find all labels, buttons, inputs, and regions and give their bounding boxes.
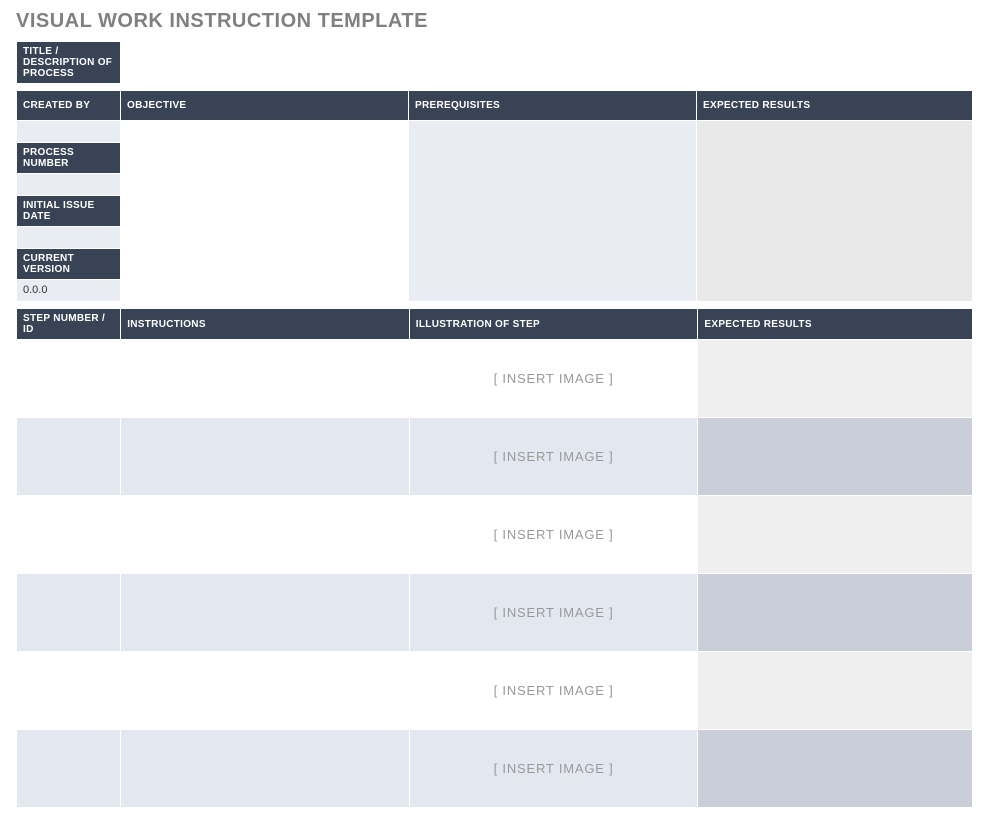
step-row: [ INSERT IMAGE ] xyxy=(17,730,973,808)
hdr-objective: OBJECTIVE xyxy=(121,91,409,121)
hdr-created-by: CREATED BY xyxy=(17,91,121,121)
step-expected[interactable] xyxy=(698,418,973,496)
step-id[interactable] xyxy=(17,730,121,808)
page-title: VISUAL WORK INSTRUCTION TEMPLATE xyxy=(16,10,973,33)
step-id[interactable] xyxy=(17,574,121,652)
step-illustration[interactable]: [ INSERT IMAGE ] xyxy=(409,340,698,418)
step-instructions[interactable] xyxy=(121,418,410,496)
title-label: TITLE / DESCRIPTION OF PROCESS xyxy=(17,42,121,84)
step-expected[interactable] xyxy=(698,730,973,808)
meta-block: CREATED BY OBJECTIVE PREREQUISITES EXPEC… xyxy=(16,90,973,302)
step-instructions[interactable] xyxy=(121,340,410,418)
hdr-expected-results: EXPECTED RESULTS xyxy=(697,91,973,121)
val-initial-issue-date[interactable] xyxy=(17,227,121,249)
step-row: [ INSERT IMAGE ] xyxy=(17,340,973,418)
hdr-current-version: CURRENT VERSION xyxy=(17,249,121,280)
step-row: [ INSERT IMAGE ] xyxy=(17,574,973,652)
val-expected-results-top[interactable] xyxy=(697,121,973,302)
val-created-by[interactable] xyxy=(17,121,121,143)
step-instructions[interactable] xyxy=(121,574,410,652)
val-current-version[interactable]: 0.0.0 xyxy=(17,280,121,302)
step-illustration[interactable]: [ INSERT IMAGE ] xyxy=(409,574,698,652)
step-id[interactable] xyxy=(17,340,121,418)
val-process-number[interactable] xyxy=(17,174,121,196)
step-instructions[interactable] xyxy=(121,652,410,730)
steps-table: STEP NUMBER / ID INSTRUCTIONS ILLUSTRATI… xyxy=(16,308,973,808)
step-illustration[interactable]: [ INSERT IMAGE ] xyxy=(409,652,698,730)
step-row: [ INSERT IMAGE ] xyxy=(17,496,973,574)
step-illustration[interactable]: [ INSERT IMAGE ] xyxy=(409,496,698,574)
step-id[interactable] xyxy=(17,652,121,730)
hdr-initial-issue-date: INITIAL ISSUE DATE xyxy=(17,196,121,227)
step-illustration[interactable]: [ INSERT IMAGE ] xyxy=(409,730,698,808)
hdr-expected-results-steps: EXPECTED RESULTS xyxy=(698,309,973,340)
step-expected[interactable] xyxy=(698,574,973,652)
title-value[interactable] xyxy=(121,42,973,84)
hdr-prerequisites: PREREQUISITES xyxy=(409,91,697,121)
step-row: [ INSERT IMAGE ] xyxy=(17,652,973,730)
step-id[interactable] xyxy=(17,496,121,574)
step-instructions[interactable] xyxy=(121,730,410,808)
step-illustration[interactable]: [ INSERT IMAGE ] xyxy=(409,418,698,496)
step-expected[interactable] xyxy=(698,652,973,730)
step-expected[interactable] xyxy=(698,496,973,574)
hdr-step-number: STEP NUMBER / ID xyxy=(17,309,121,340)
hdr-instructions: INSTRUCTIONS xyxy=(121,309,410,340)
title-block: TITLE / DESCRIPTION OF PROCESS xyxy=(16,41,973,84)
hdr-illustration: ILLUSTRATION OF STEP xyxy=(409,309,698,340)
val-prerequisites[interactable] xyxy=(409,121,697,302)
step-expected[interactable] xyxy=(698,340,973,418)
step-instructions[interactable] xyxy=(121,496,410,574)
step-id[interactable] xyxy=(17,418,121,496)
hdr-process-number: PROCESS NUMBER xyxy=(17,143,121,174)
step-row: [ INSERT IMAGE ] xyxy=(17,418,973,496)
val-objective[interactable] xyxy=(121,121,409,302)
